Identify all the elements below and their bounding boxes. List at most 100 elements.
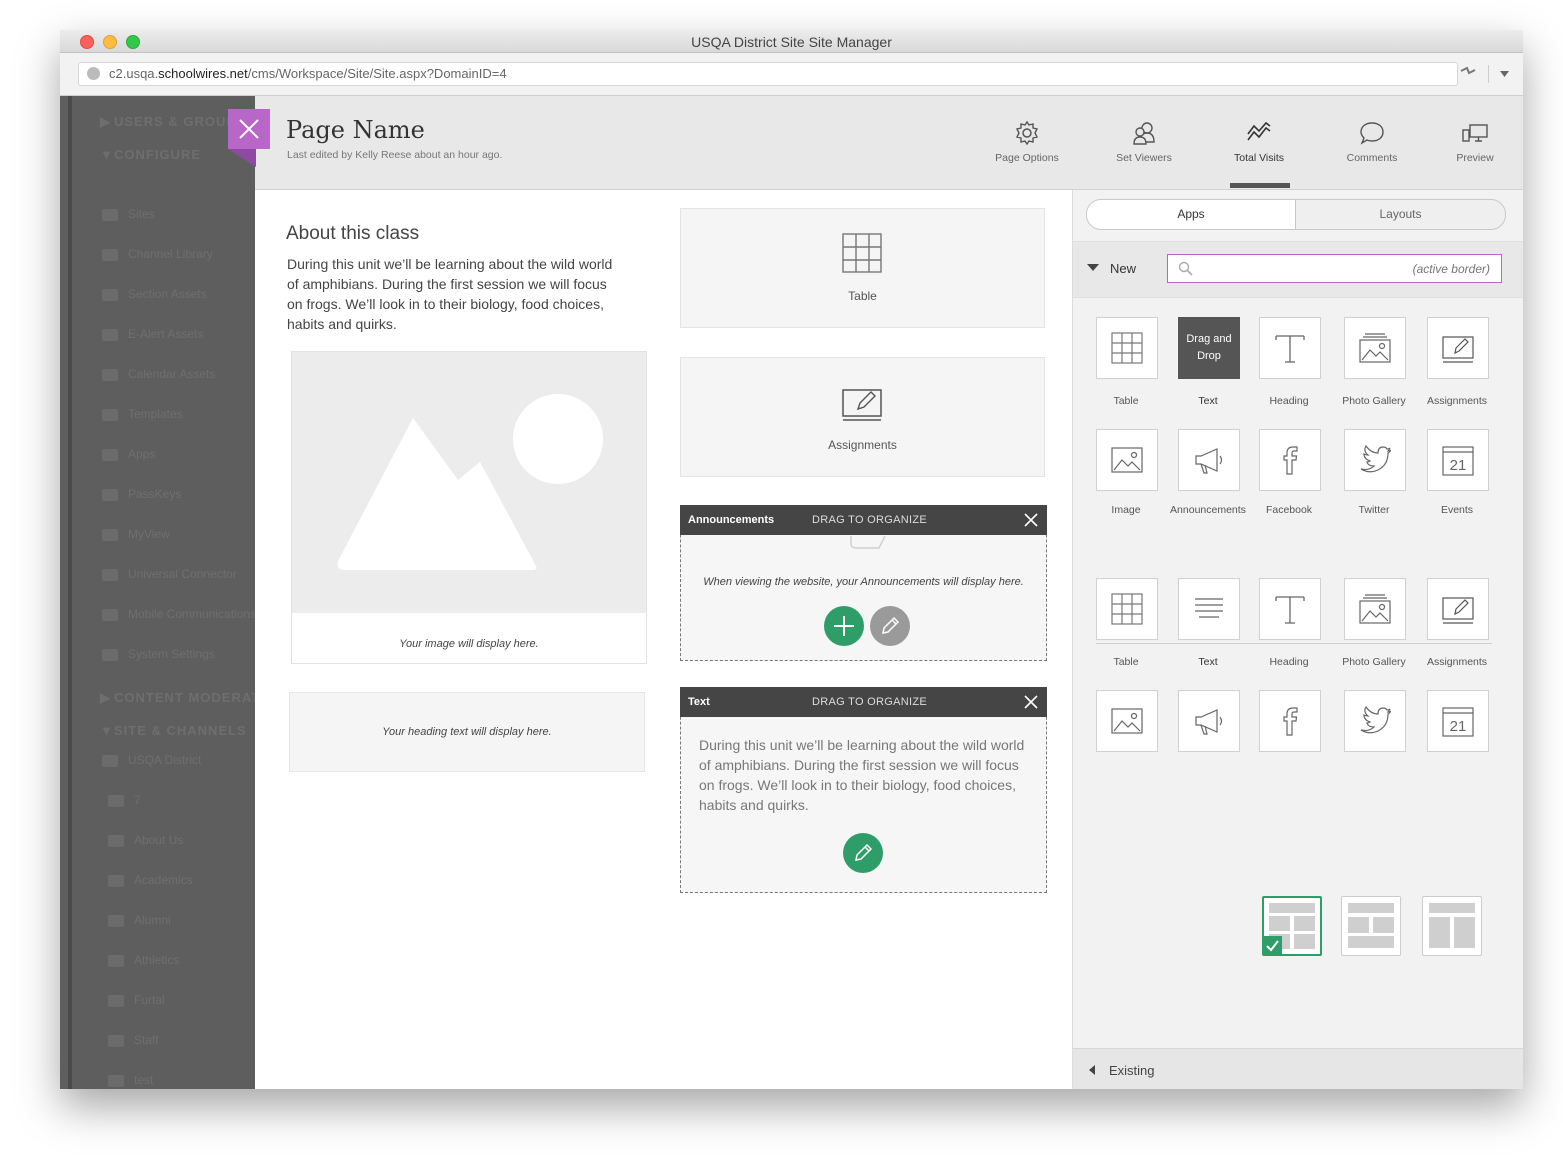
close-editor-button[interactable] [228, 109, 270, 167]
app-tile-facebook[interactable] [1259, 690, 1321, 752]
app-tile-announcements[interactable] [1178, 429, 1240, 491]
total-visits-button[interactable]: Total Visits [1214, 120, 1304, 164]
sidebar-item-e-alert-assets[interactable]: E-Alert Assets [128, 327, 203, 341]
table-app[interactable]: Table [680, 208, 1045, 328]
pencil-icon [882, 616, 900, 634]
section-site-channels[interactable]: ▼SITE & CHANNELS [100, 723, 247, 738]
url-field[interactable]: c2.usqa.schoolwires.net/cms/Workspace/Si… [78, 62, 1458, 86]
existing-apps-header[interactable]: Existing [1073, 1048, 1523, 1089]
app-search-field[interactable] [1167, 254, 1502, 283]
extensions-area [1460, 65, 1509, 83]
layout-option[interactable] [1422, 896, 1482, 956]
close-icon [239, 119, 259, 139]
app-label: Events [1440, 504, 1474, 516]
sidebar-item-sites[interactable]: Sites [128, 207, 155, 221]
sidebar-item-mobile-communications[interactable]: Mobile Communications [128, 607, 255, 621]
heading-app[interactable]: Your heading text will display here. [289, 692, 645, 772]
edit-text-button[interactable] [843, 833, 883, 873]
svg-text:21: 21 [1450, 718, 1467, 735]
section-content-moderation[interactable]: ▶CONTENT MODERATION [100, 690, 255, 706]
app-tile-events[interactable]: 21 [1427, 690, 1489, 752]
set-viewers-button[interactable]: Set Viewers [1099, 120, 1189, 164]
close-icon[interactable] [1024, 513, 1038, 527]
app-tile-image[interactable] [1096, 429, 1158, 491]
channel-item[interactable]: Academics [134, 873, 193, 887]
app-tile-announcements[interactable] [1178, 690, 1240, 752]
window-title: USQA District Site Site Manager [691, 34, 892, 50]
new-label[interactable]: New [1110, 261, 1136, 276]
app-tile-text-dragging[interactable]: Drag and Drop [1178, 317, 1240, 379]
app-tile-heading[interactable] [1259, 317, 1321, 379]
sidebar-item-system-settings[interactable]: System Settings [128, 647, 215, 661]
app-tile-heading[interactable] [1259, 578, 1321, 640]
channel-item[interactable]: 7 [134, 793, 141, 807]
app-label: Photo Gallery [1342, 395, 1406, 407]
table-icon [1111, 593, 1143, 625]
channel-item[interactable]: USQA District [128, 753, 201, 767]
drag-handle[interactable]: DRAG TO ORGANIZE [812, 514, 927, 526]
widget-title: Text [688, 696, 710, 708]
sidebar-item-section-assets[interactable]: Section Assets [128, 287, 207, 301]
channel-item[interactable]: Athletics [134, 953, 179, 967]
sidebar-item-channel-library[interactable]: Channel Library [128, 247, 213, 261]
caret-down-icon[interactable] [1087, 264, 1099, 271]
sidebar-item-universal-connector[interactable]: Universal Connector [128, 567, 237, 581]
close-icon[interactable] [1024, 695, 1038, 709]
app-tile-image[interactable] [1096, 690, 1158, 752]
tab-apps[interactable]: Apps [1087, 200, 1296, 229]
plus-icon [834, 616, 854, 636]
page-options-label: Page Options [995, 152, 1059, 164]
tab-layouts[interactable]: Layouts [1296, 200, 1505, 229]
app-tile-twitter[interactable] [1344, 690, 1406, 752]
new-apps-header: New [1073, 241, 1523, 298]
channel-item[interactable]: Furtal [134, 993, 165, 1007]
app-tile-assignments[interactable] [1427, 317, 1489, 379]
channel-item[interactable]: test [134, 1073, 153, 1087]
sidebar-item-myview[interactable]: MyView [128, 527, 170, 541]
page-editor: Page Name Last edited by Kelly Reese abo… [228, 96, 1523, 1089]
channel-item[interactable]: About Us [134, 833, 183, 847]
app-tile-events[interactable]: 21 [1427, 429, 1489, 491]
section-configure[interactable]: ▼CONFIGURE [100, 147, 201, 162]
sidebar-item-apps[interactable]: Apps [128, 447, 155, 461]
text-widget-header[interactable]: Text DRAG TO ORGANIZE [680, 687, 1047, 717]
app-tile-photo-gallery[interactable] [1344, 578, 1406, 640]
search-input[interactable] [1198, 257, 1492, 280]
sidebar-item-calendar-assets[interactable]: Calendar Assets [128, 367, 215, 381]
app-tile-twitter[interactable] [1344, 429, 1406, 491]
sidebar-item-passkeys[interactable]: PassKeys [128, 487, 181, 501]
drag-handle[interactable]: DRAG TO ORGANIZE [812, 696, 927, 708]
facebook-icon [1283, 707, 1298, 736]
edit-announcements-button[interactable] [870, 606, 910, 646]
assignments-app-label: Assignments [828, 438, 897, 452]
layout-option-selected[interactable] [1262, 896, 1322, 956]
app-tile-table[interactable] [1096, 578, 1158, 640]
announcements-widget[interactable]: Announcements DRAG TO ORGANIZE When view… [680, 505, 1047, 661]
page-options-button[interactable]: Page Options [982, 120, 1072, 164]
app-tile-facebook[interactable] [1259, 429, 1321, 491]
add-announcement-button[interactable] [824, 606, 864, 646]
facebook-icon [1283, 446, 1298, 475]
sidebar-item-templates[interactable]: Templates [128, 407, 183, 421]
text-widget[interactable]: Text DRAG TO ORGANIZE During this unit w… [680, 687, 1047, 893]
app-tile-assignments[interactable] [1427, 578, 1489, 640]
caret-left-icon [1089, 1065, 1095, 1075]
layout-option[interactable] [1341, 896, 1401, 956]
announcements-widget-header[interactable]: Announcements DRAG TO ORGANIZE [680, 505, 1047, 535]
app-tile-text[interactable] [1178, 578, 1240, 640]
section-users-groups[interactable]: ▶ USERS & GROUPS [100, 114, 246, 130]
set-viewers-label: Set Viewers [1116, 152, 1172, 164]
image-app[interactable]: Your image will display here. [291, 351, 647, 664]
extension-icon[interactable] [1460, 65, 1476, 77]
preview-button[interactable]: Preview [1430, 120, 1520, 164]
comments-button[interactable]: Comments [1327, 120, 1417, 164]
app-tile-table[interactable] [1096, 317, 1158, 379]
channel-item[interactable]: Alumni [134, 913, 171, 927]
channel-item[interactable]: Staff [134, 1033, 158, 1047]
image-icon [1111, 447, 1143, 473]
megaphone-icon [1195, 709, 1223, 735]
total-visits-label: Total Visits [1234, 152, 1284, 164]
chevron-down-icon[interactable] [1500, 71, 1509, 78]
app-tile-photo-gallery[interactable] [1344, 317, 1406, 379]
assignments-app[interactable]: Assignments [680, 357, 1045, 477]
